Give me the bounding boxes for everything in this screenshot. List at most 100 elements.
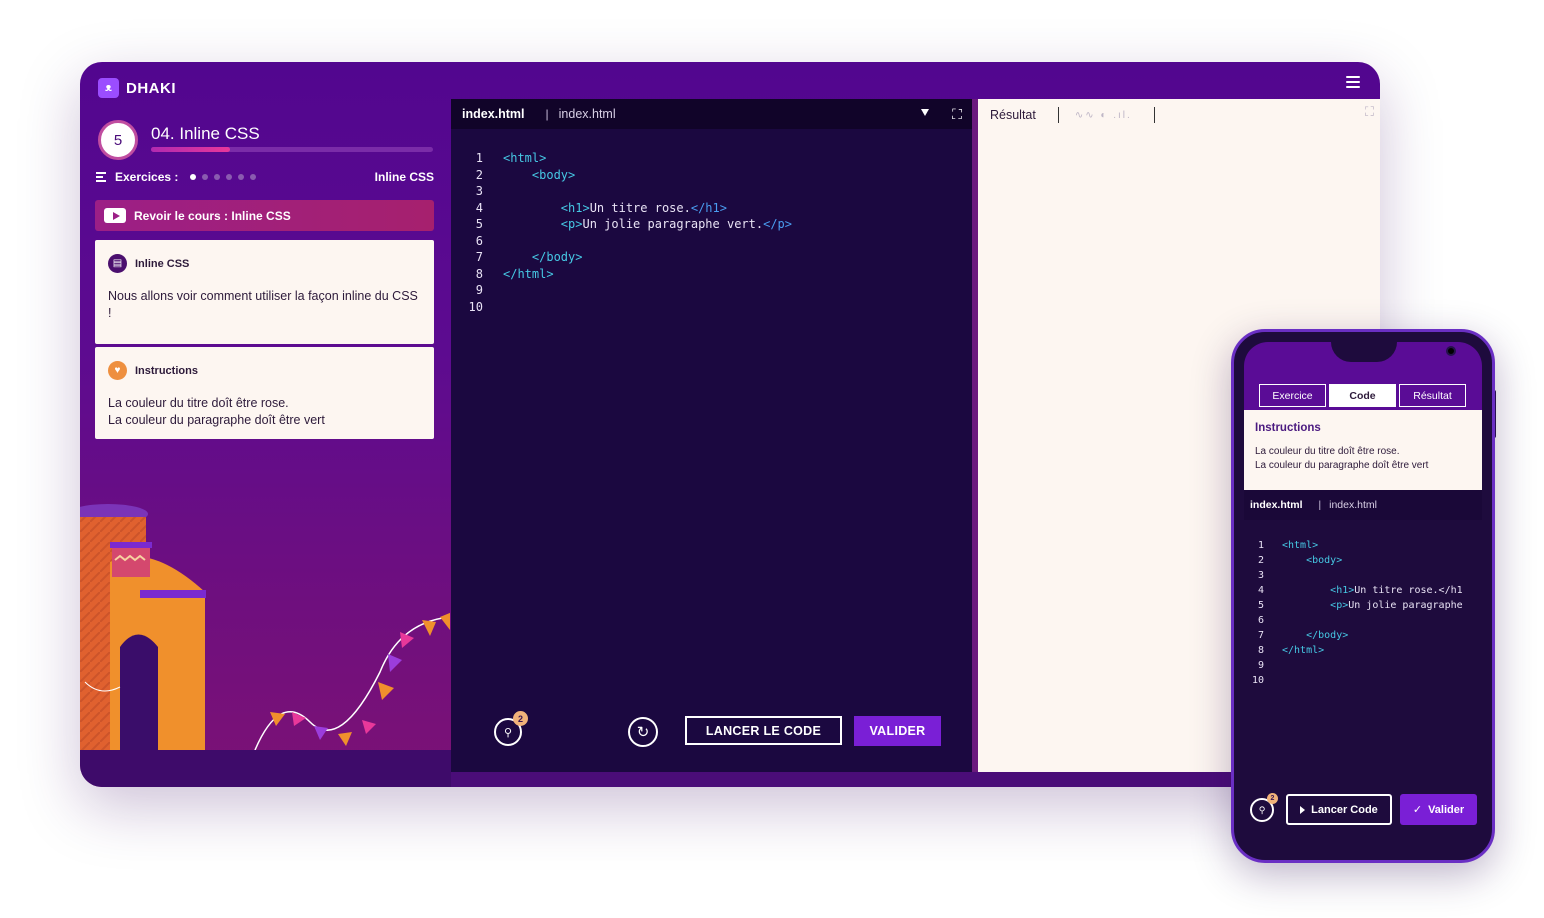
code-token: <body> [531, 167, 576, 182]
code-token: Un jolie paragraphe vert. [582, 217, 764, 231]
line-number: 5 [1257, 600, 1264, 611]
line-number: 2 [1257, 555, 1264, 566]
code-line[interactable]: 8 </html> [451, 266, 972, 283]
code-line[interactable]: 4 <h1>Un titre rose.</h1> [451, 200, 972, 217]
code-line[interactable]: 1 <html> [451, 150, 972, 167]
logo-icon: ᴥ [98, 78, 119, 98]
code-token: <html> [1282, 540, 1319, 551]
app-logo[interactable]: ᴥ DHAKI [98, 78, 176, 98]
code-line[interactable]: 10 [451, 299, 972, 316]
code-line[interactable]: 8 </html> [1244, 643, 1482, 658]
document-icon: ▤ [108, 254, 127, 273]
phone-tab-code[interactable]: Code [1329, 384, 1396, 407]
line-code: <html> [503, 150, 546, 167]
chevron-down-icon[interactable] [921, 109, 929, 116]
code-token: <p> [560, 217, 583, 231]
play-icon [1300, 805, 1306, 814]
line-code: </html> [503, 266, 554, 283]
phone-toolbar: ⚲ 2 Lancer Code ✓ Valider [1244, 792, 1482, 828]
code-area[interactable]: 1 <html> 2 <body> 3 4 <h1>Un titre rose.</h1… [451, 150, 972, 315]
code-token: </p> [763, 217, 793, 231]
code-token: <html> [503, 151, 547, 165]
editor-tab-active[interactable]: index.html [462, 107, 525, 121]
code-line[interactable]: 2 <body> [451, 167, 972, 184]
phone-tab-resultat[interactable]: Résultat [1399, 384, 1466, 407]
editor-tab[interactable]: index.html [559, 107, 616, 121]
code-token: Un titre rose.</h1 [1354, 585, 1463, 596]
line-number: 2 [475, 167, 483, 182]
editor-toolbar: ⚲ 2 ↻ LANCER LE CODE VALIDER [451, 706, 972, 752]
hint-count-badge: 2 [1267, 793, 1278, 804]
code-line[interactable]: 6 [1244, 613, 1482, 628]
line-number: 9 [475, 283, 483, 297]
hint-count-badge: 2 [513, 711, 528, 726]
lesson-progress-bar [151, 147, 433, 152]
heart-icon: ♥ [108, 361, 127, 380]
exercise-dot[interactable] [238, 174, 245, 180]
line-number: 8 [475, 266, 483, 281]
intro-card-text: Nous allons voir comment utiliser la faç… [108, 289, 418, 320]
editor-tab-bar: index.html | index.html [451, 99, 972, 129]
code-line[interactable]: 7 </body> [451, 249, 972, 266]
exercise-dot[interactable] [190, 174, 197, 180]
line-number: 5 [475, 217, 483, 231]
phone-instructions-line: La couleur du titre doît être rose. [1255, 446, 1400, 457]
result-title: Résultat [990, 108, 1036, 122]
exercise-dot[interactable] [202, 174, 209, 180]
intro-card-title: Inline CSS [135, 257, 190, 270]
code-line[interactable]: 5 <p>Un jolie paragraphe [1244, 598, 1482, 613]
code-token: </body> [531, 250, 583, 264]
code-line[interactable]: 9 [451, 282, 972, 299]
instructions-line: La couleur du titre doît être rose. [108, 396, 289, 410]
code-line[interactable]: 1 <html> [1244, 538, 1482, 553]
phone-code-area[interactable]: 1 <html> 2 <body> 3 4 <h1>Un titre rose.</h1… [1244, 538, 1482, 688]
check-icon: ✓ [1412, 804, 1423, 816]
code-token: Un jolie paragraphe [1348, 600, 1463, 611]
code-line[interactable]: 2 <body> [1244, 553, 1482, 568]
code-token: Un titre rose. [589, 200, 691, 215]
line-code: <h1>Un titre rose.</h1> [503, 200, 727, 217]
code-token: <body> [1306, 555, 1343, 566]
code-line[interactable]: 3 [451, 183, 972, 200]
top-bar: ᴥ DHAKI [80, 62, 1380, 100]
exercise-dots [190, 174, 257, 180]
code-line[interactable]: 6 [451, 233, 972, 250]
code-token: </h1> [690, 200, 727, 215]
phone-file-tab[interactable]: index.html [1329, 499, 1377, 511]
phone-file-tab-bar: index.html | index.html [1244, 490, 1482, 520]
result-tools-icon[interactable]: ∿∿ ◐ .ıl. [1075, 110, 1132, 121]
expand-icon[interactable]: ⛶ [948, 105, 966, 123]
phone-run-code-button[interactable]: Lancer Code [1286, 794, 1392, 825]
code-line[interactable]: 7 </body> [1244, 628, 1482, 643]
code-line[interactable]: 5 <p>Un jolie paragraphe vert.</p> [451, 216, 972, 233]
reset-icon[interactable]: ↻ [628, 717, 658, 747]
exercise-dot[interactable] [250, 174, 257, 180]
code-line[interactable]: 3 [1244, 568, 1482, 583]
phone-file-tab-active[interactable]: index.html [1250, 499, 1303, 511]
code-line[interactable]: 4 <h1>Un titre rose.</h1 [1244, 583, 1482, 598]
line-number: 3 [475, 184, 483, 198]
app-name: DHAKI [126, 79, 176, 97]
phone-tab-exercice[interactable]: Exercice [1259, 384, 1326, 407]
code-token: </body> [1306, 630, 1349, 641]
exercise-dot[interactable] [214, 174, 221, 180]
camera-icon [1446, 346, 1456, 356]
phone-validate-button[interactable]: ✓ Valider [1400, 794, 1477, 825]
menu-icon[interactable] [1346, 76, 1360, 88]
line-number: 6 [475, 233, 483, 248]
lesson-progress-fill [151, 147, 230, 152]
code-line[interactable]: 9 [1244, 658, 1482, 673]
code-editor[interactable]: index.html | index.html ⛶ 1 <html> 2 <body… [451, 99, 972, 772]
run-code-button[interactable]: LANCER LE CODE [685, 716, 842, 745]
review-course-button[interactable]: Revoir le cours : Inline CSS [95, 200, 434, 231]
validate-button[interactable]: VALIDER [854, 716, 941, 746]
list-icon [96, 172, 106, 182]
code-line[interactable]: 10 [1244, 673, 1482, 688]
expand-icon[interactable]: ⛶ [1365, 104, 1374, 120]
phone-header: Exercice Code Résultat [1244, 342, 1482, 410]
exercise-topic: Inline CSS [374, 170, 434, 184]
exercise-dot[interactable] [226, 174, 233, 180]
line-code: <body> [1282, 553, 1342, 568]
